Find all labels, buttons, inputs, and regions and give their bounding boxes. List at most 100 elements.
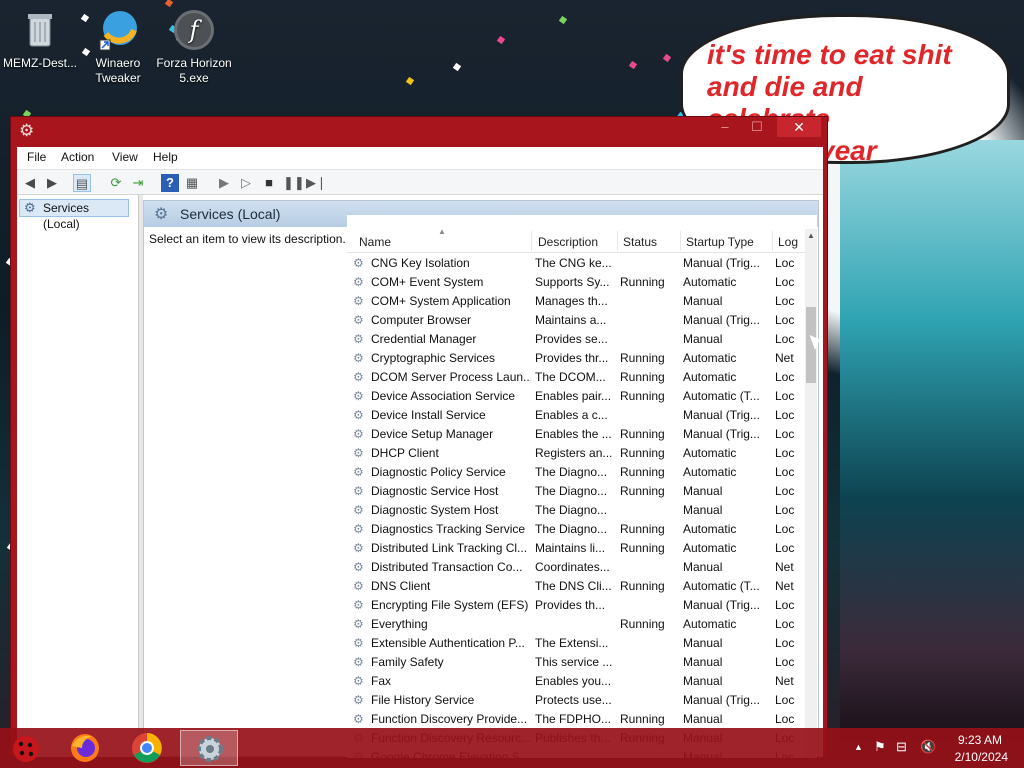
service-log-on-as: Net [775,351,794,365]
taskbar-memz-button[interactable] [0,730,54,766]
stop-service-icon[interactable]: ■ [260,174,278,192]
table-row[interactable]: ⚙ Cryptographic Services Provides thr... Ru… [347,349,805,368]
service-startup-type: Manual [683,503,723,517]
table-row[interactable]: ⚙ Diagnostic Service Host The Diagno... Run… [347,482,805,501]
refresh-icon[interactable]: ⟳ [107,174,125,192]
table-row[interactable]: ⚙ Everything Running Automatic Loc [347,615,805,634]
back-arrow-icon[interactable]: ◀ [21,174,39,192]
help-icon[interactable]: ? [161,174,179,192]
service-gear-icon: ⚙ [353,313,364,327]
table-row[interactable]: ⚙ Device Install Service Enables a c... Man… [347,406,805,425]
table-row[interactable]: ⚙ Credential Manager Provides se... Manual L… [347,330,805,349]
table-row[interactable]: ⚙ Family Safety This service ... Manual Loc [347,653,805,672]
volume-muted-icon[interactable]: 🔇 [920,739,936,755]
service-startup-type: Manual [683,484,723,498]
desktop-icon-winaero-tweaker[interactable]: Winaero Tweaker [78,2,158,86]
clock-date[interactable]: 2/10/2024 [955,750,1008,764]
network-icon[interactable]: ⊟ [896,739,907,755]
maximize-button[interactable]: ☐ [743,117,771,137]
column-header: ▲ Name Description Status Startup Type L… [347,227,805,253]
properties-icon[interactable]: ▦ [183,174,201,192]
table-row[interactable]: ⚙ Device Setup Manager Enables the ... Runn… [347,425,805,444]
taskbar-firefox-button[interactable] [58,730,112,766]
export-list-icon[interactable]: ⇥ [129,174,147,192]
service-gear-icon: ⚙ [353,408,364,422]
vertical-scrollbar[interactable]: ▲ [805,229,817,758]
minimize-button[interactable]: – [711,117,739,137]
service-log-on-as: Loc [775,294,795,308]
table-row[interactable]: ⚙ Distributed Link Tracking Cl... Maintain… [347,539,805,558]
table-row[interactable]: ⚙ CNG Key Isolation The CNG ke... Manual (T… [347,254,805,273]
show-hide-console-tree-icon[interactable]: ▤ [73,174,91,192]
table-row[interactable]: ⚙ Diagnostic System Host The Diagno... Manu… [347,501,805,520]
show-hidden-icons-icon[interactable]: ▲ [854,742,863,752]
menu-file[interactable]: File [27,150,46,164]
service-description: Manages th... [535,294,608,308]
table-row[interactable]: ⚙ Diagnostics Tracking Service The Diagno.… [347,520,805,539]
column-divider[interactable] [617,231,618,251]
close-button[interactable]: ✕ [777,117,821,137]
menu-help[interactable]: Help [153,150,178,164]
service-startup-type: Manual (Trig... [683,313,760,327]
menu-view[interactable]: View [112,150,138,164]
service-startup-type: Automatic [683,275,737,289]
column-divider[interactable] [531,231,532,251]
column-log-on-as[interactable]: Log [778,235,798,249]
service-name: Fax [371,674,392,688]
column-status[interactable]: Status [623,235,657,249]
desktop-icon-forza-horizon[interactable]: f Forza Horizon 5.exe [154,2,234,86]
desktop-icon-recycle-bin[interactable]: MEMZ-Dest... [0,2,80,71]
table-row[interactable]: ⚙ Computer Browser Maintains a... Manual (T… [347,311,805,330]
table-row[interactable]: ⚙ Encrypting File System (EFS) Provides th… [347,596,805,615]
table-row[interactable]: ⚙ DHCP Client Registers an... Running Automa… [347,444,805,463]
service-gear-icon: ⚙ [353,522,364,536]
taskbar-services-button[interactable] [180,730,238,766]
table-row[interactable]: ⚙ Function Discovery Provide... The FDPHO.… [347,710,805,729]
column-divider[interactable] [772,231,773,251]
service-gear-icon: ⚙ [353,370,364,384]
start-service-icon[interactable]: ▶ [215,174,233,192]
service-name: Diagnostic System Host [371,503,499,517]
service-description: Enables the ... [535,427,612,441]
pause-service-icon[interactable]: ❚❚ [283,174,305,192]
service-startup-type: Manual (Trig... [683,427,760,441]
gear-icon: ⚙ [19,121,35,140]
service-description: Registers an... [535,446,613,460]
service-log-on-as: Loc [775,655,795,669]
table-row[interactable]: ⚙ COM+ System Application Manages th... Man… [347,292,805,311]
table-row[interactable]: ⚙ File History Service Protects use... Manu… [347,691,805,710]
window-titlebar[interactable]: ⚙ – ☐ ✕ [11,117,827,145]
service-startup-type: Automatic [683,370,737,384]
wallpaper-city-scene [840,140,1024,740]
service-description: The Extensi... [535,636,609,650]
forward-arrow-icon[interactable]: ▶ [43,174,61,192]
table-row[interactable]: ⚙ Extensible Authentication P... The Exten… [347,634,805,653]
table-row[interactable]: ⚙ Device Association Service Enables pair.… [347,387,805,406]
service-gear-icon: ⚙ [353,541,364,555]
column-startup-type[interactable]: Startup Type [686,235,754,249]
service-log-on-as: Net [775,560,794,574]
tree-item-services-local[interactable]: ⚙ Services (Local) [19,199,129,231]
table-row[interactable]: ⚙ Fax Enables you... Manual Net [347,672,805,691]
table-row[interactable]: ⚙ COM+ Event System Supports Sy... Running A… [347,273,805,292]
column-description[interactable]: Description [538,235,598,249]
menu-action[interactable]: Action [61,150,94,164]
start-service-alt-icon[interactable]: ▷ [237,174,255,192]
service-gear-icon: ⚙ [353,446,364,460]
table-row[interactable]: ⚙ DCOM Server Process Laun... The DCOM... R… [347,368,805,387]
service-name: Extensible Authentication P... [371,636,525,650]
column-name[interactable]: Name [359,235,391,249]
window-client: File Action View Help ◀ ▶ ▤ ⟳ ⇥ ? ▦ ▶ ▷ … [17,147,823,758]
scroll-up-icon[interactable]: ▲ [805,229,817,243]
table-row[interactable]: ⚙ DNS Client The DNS Cli... Running Automati… [347,577,805,596]
table-row[interactable]: ⚙ Distributed Transaction Co... Coordinate… [347,558,805,577]
clock-time[interactable]: 9:23 AM [958,733,1002,747]
action-center-flag-icon[interactable]: ⚑ [874,739,886,755]
column-divider[interactable] [680,231,681,251]
table-row[interactable]: ⚙ Diagnostic Policy Service The Diagno... R… [347,463,805,482]
service-startup-type: Automatic [683,465,737,479]
service-description: Maintains li... [535,541,606,555]
service-startup-type: Manual (Trig... [683,598,760,612]
taskbar-chrome-button[interactable] [120,730,174,766]
restart-service-icon[interactable]: ▶❘ [306,174,327,192]
